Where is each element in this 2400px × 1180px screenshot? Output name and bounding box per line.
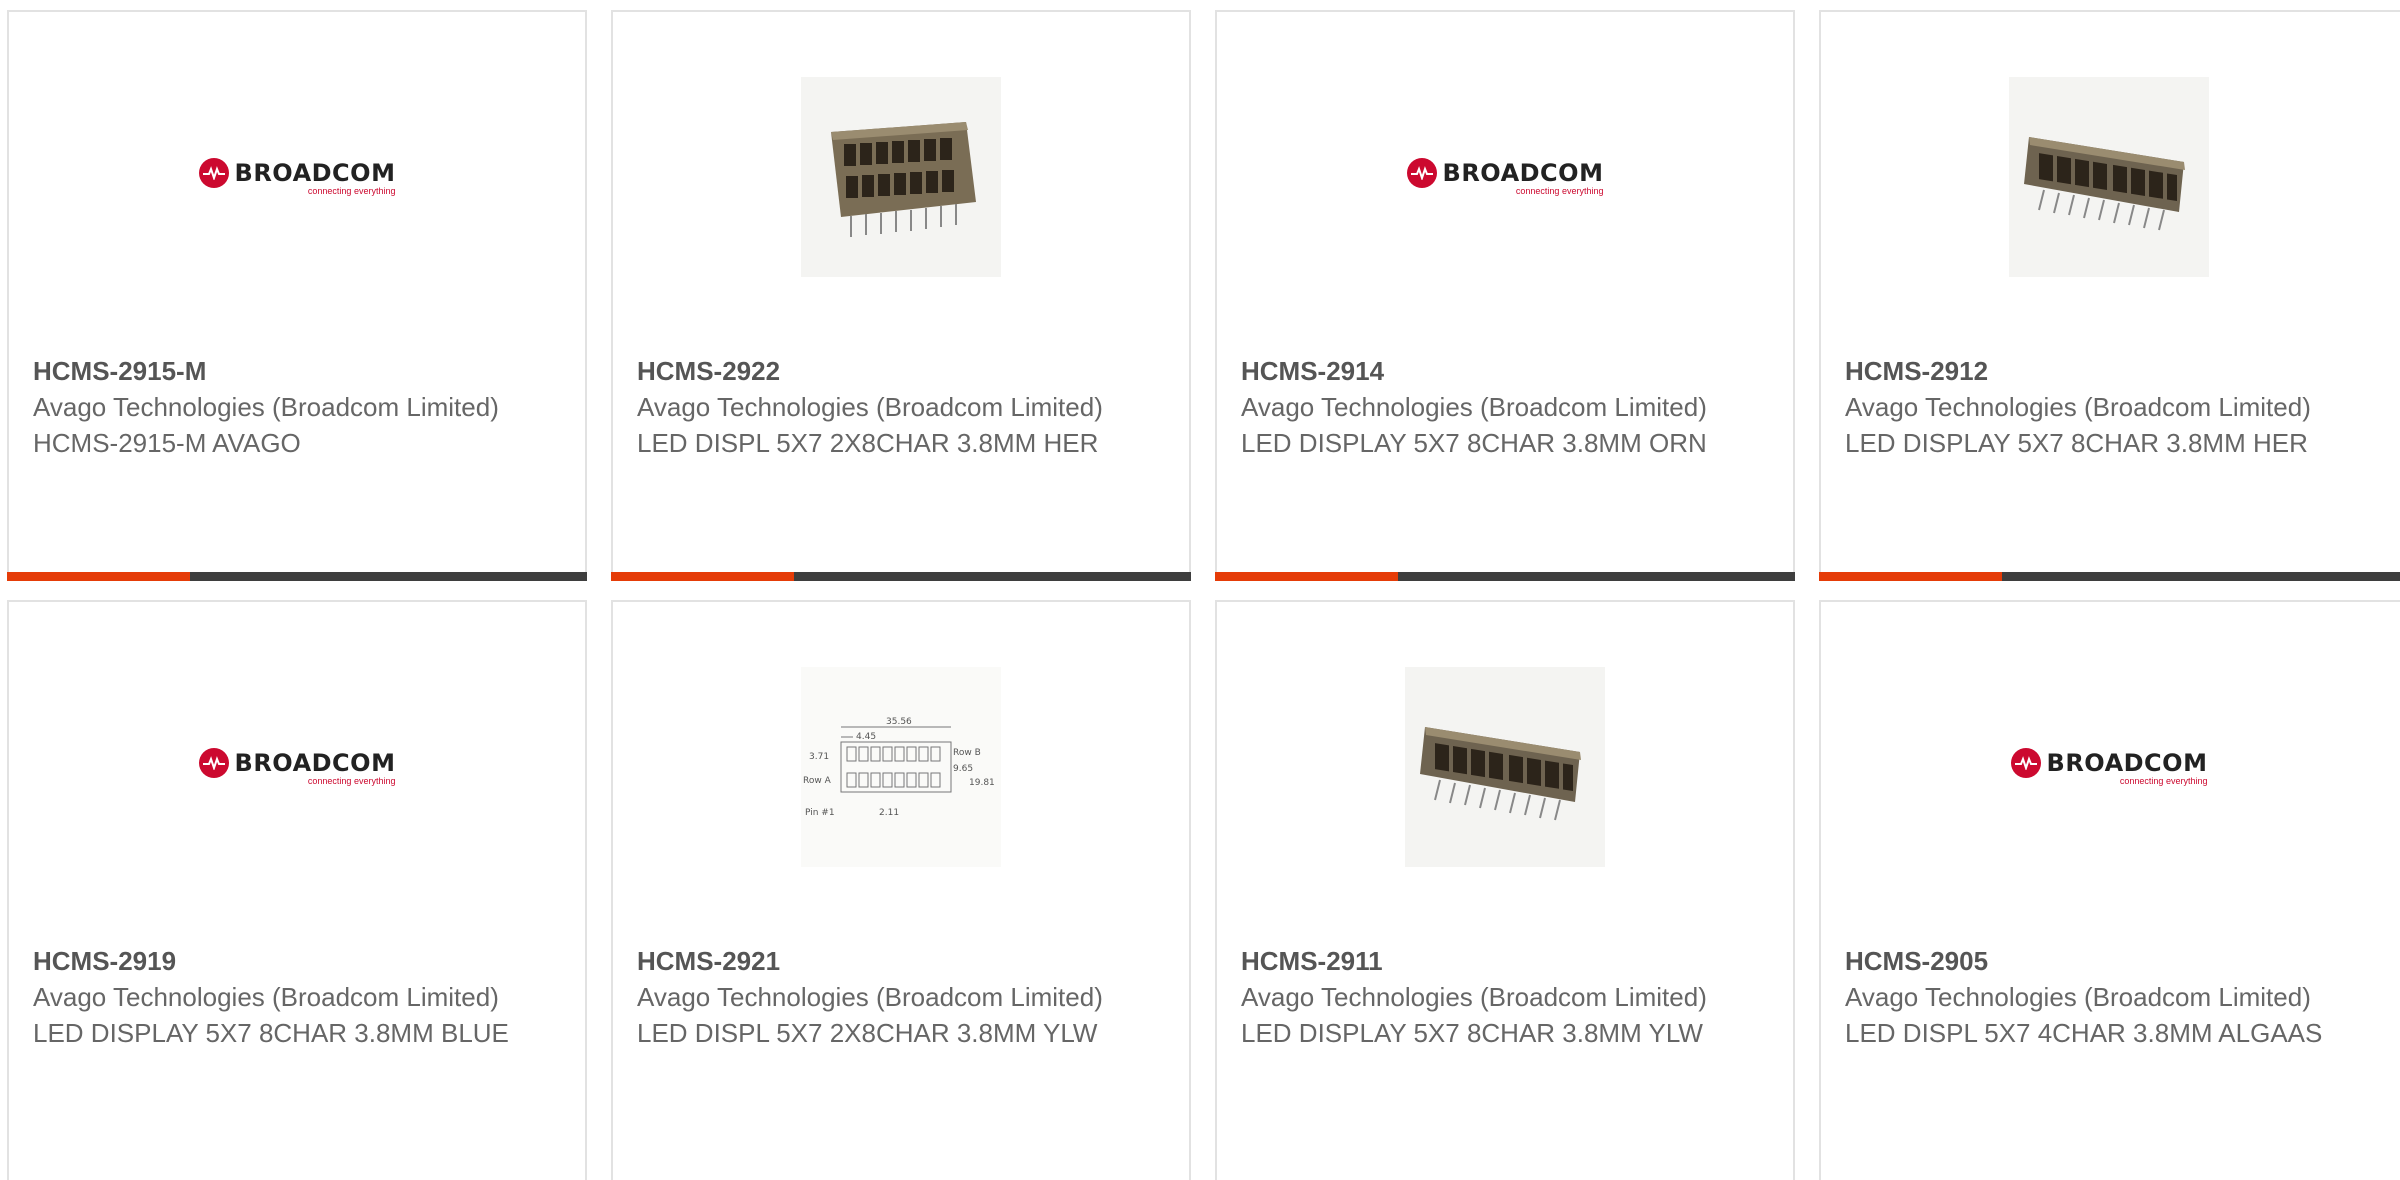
dim-left-label: 3.71: [809, 752, 829, 762]
part-number[interactable]: HCMS-2911: [1241, 943, 1733, 979]
product-card[interactable]: BROADCOM connecting everything HCMS-2914…: [1215, 10, 1795, 581]
part-number[interactable]: HCMS-2922: [637, 353, 1129, 389]
product-card[interactable]: HCMS-2922 Avago Technologies (Broadcom L…: [611, 10, 1191, 581]
product-card[interactable]: BROADCOM connecting everything HCMS-2919…: [7, 600, 587, 1180]
broadcom-logo: BROADCOM connecting everything: [198, 748, 396, 786]
row-b-label: Row B: [953, 748, 981, 758]
description: HCMS-2915-M AVAGO: [33, 428, 301, 458]
dimension-drawing-image: 35.56 4.45 3.71 Row B 9.65 19.81 Row A P…: [801, 667, 1001, 867]
led-display-8char-image: [1405, 667, 1605, 867]
logo-wordmark: BROADCOM: [234, 749, 396, 777]
part-number[interactable]: HCMS-2921: [637, 943, 1129, 979]
manufacturer: Avago Technologies (Broadcom Limited): [1241, 392, 1707, 422]
part-number[interactable]: HCMS-2912: [1845, 353, 2347, 389]
product-thumbnail[interactable]: [1217, 662, 1793, 872]
dim-top-label: 35.56: [886, 717, 912, 727]
logo-tagline: connecting everything: [1515, 186, 1604, 196]
product-thumbnail[interactable]: [613, 72, 1189, 282]
part-number[interactable]: HCMS-2919: [33, 943, 525, 979]
broadcom-pulse-icon: [2010, 748, 2041, 778]
manufacturer: Avago Technologies (Broadcom Limited): [33, 392, 499, 422]
part-number[interactable]: HCMS-2915-M: [33, 353, 525, 389]
manufacturer: Avago Technologies (Broadcom Limited): [1241, 982, 1707, 1012]
led-display-2x8-image: [801, 77, 1001, 277]
product-thumbnail[interactable]: BROADCOM connecting everything: [1821, 662, 2397, 872]
product-card[interactable]: HCMS-2911 Avago Technologies (Broadcom L…: [1215, 600, 1795, 1180]
manufacturer: Avago Technologies (Broadcom Limited): [637, 982, 1103, 1012]
logo-tagline: connecting everything: [307, 186, 396, 196]
description: LED DISPLAY 5X7 8CHAR 3.8MM HER: [1845, 428, 2308, 458]
manufacturer: Avago Technologies (Broadcom Limited): [1845, 392, 2311, 422]
broadcom-pulse-icon: [198, 158, 229, 188]
logo-wordmark: BROADCOM: [1442, 159, 1604, 187]
product-thumbnail[interactable]: BROADCOM connecting everything: [1217, 72, 1793, 282]
logo-wordmark: BROADCOM: [234, 159, 396, 187]
product-card[interactable]: 35.56 4.45 3.71 Row B 9.65 19.81 Row A P…: [611, 600, 1191, 1180]
product-card[interactable]: BROADCOM connecting everything HCMS-2905…: [1819, 600, 2400, 1180]
description: LED DISPLAY 5X7 8CHAR 3.8MM ORN: [1241, 428, 1707, 458]
led-display-8char-image: [2009, 77, 2209, 277]
card-accent-bar: [1215, 572, 1795, 581]
description: LED DISPL 5X7 2X8CHAR 3.8MM HER: [637, 428, 1099, 458]
product-card[interactable]: BROADCOM connecting everything HCMS-2915…: [7, 10, 587, 581]
product-thumbnail[interactable]: 35.56 4.45 3.71 Row B 9.65 19.81 Row A P…: [613, 662, 1189, 872]
broadcom-logo: BROADCOM connecting everything: [2010, 748, 2208, 786]
pin1-label: Pin #1: [805, 808, 835, 818]
manufacturer: Avago Technologies (Broadcom Limited): [1845, 982, 2311, 1012]
broadcom-logo: BROADCOM connecting everything: [1406, 158, 1604, 196]
part-number[interactable]: HCMS-2905: [1845, 943, 2347, 979]
card-accent-bar: [7, 572, 587, 581]
card-accent-bar: [1819, 572, 2400, 581]
product-card[interactable]: HCMS-2912 Avago Technologies (Broadcom L…: [1819, 10, 2400, 581]
manufacturer: Avago Technologies (Broadcom Limited): [637, 392, 1103, 422]
product-thumbnail[interactable]: BROADCOM connecting everything: [9, 662, 585, 872]
row-a-label: Row A: [803, 776, 832, 786]
dim-pin-label: 2.11: [879, 808, 899, 818]
description: LED DISPL 5X7 2X8CHAR 3.8MM YLW: [637, 1018, 1098, 1048]
dim-right-label: 9.65: [953, 764, 973, 774]
dim-pitch-label: 4.45: [856, 732, 876, 742]
logo-tagline: connecting everything: [307, 776, 396, 786]
product-thumbnail[interactable]: BROADCOM connecting everything: [9, 72, 585, 282]
description: LED DISPL 5X7 4CHAR 3.8MM ALGAAS: [1845, 1018, 2323, 1048]
part-number[interactable]: HCMS-2914: [1241, 353, 1733, 389]
dim-height-label: 19.81: [969, 778, 995, 788]
logo-wordmark: BROADCOM: [2046, 749, 2208, 777]
description: LED DISPLAY 5X7 8CHAR 3.8MM BLUE: [33, 1018, 509, 1048]
product-thumbnail[interactable]: [1821, 72, 2397, 282]
card-accent-bar: [611, 572, 1191, 581]
broadcom-logo: BROADCOM connecting everything: [198, 158, 396, 196]
broadcom-pulse-icon: [198, 748, 229, 778]
description: LED DISPLAY 5X7 8CHAR 3.8MM YLW: [1241, 1018, 1703, 1048]
manufacturer: Avago Technologies (Broadcom Limited): [33, 982, 499, 1012]
broadcom-pulse-icon: [1406, 158, 1437, 188]
logo-tagline: connecting everything: [2119, 776, 2208, 786]
